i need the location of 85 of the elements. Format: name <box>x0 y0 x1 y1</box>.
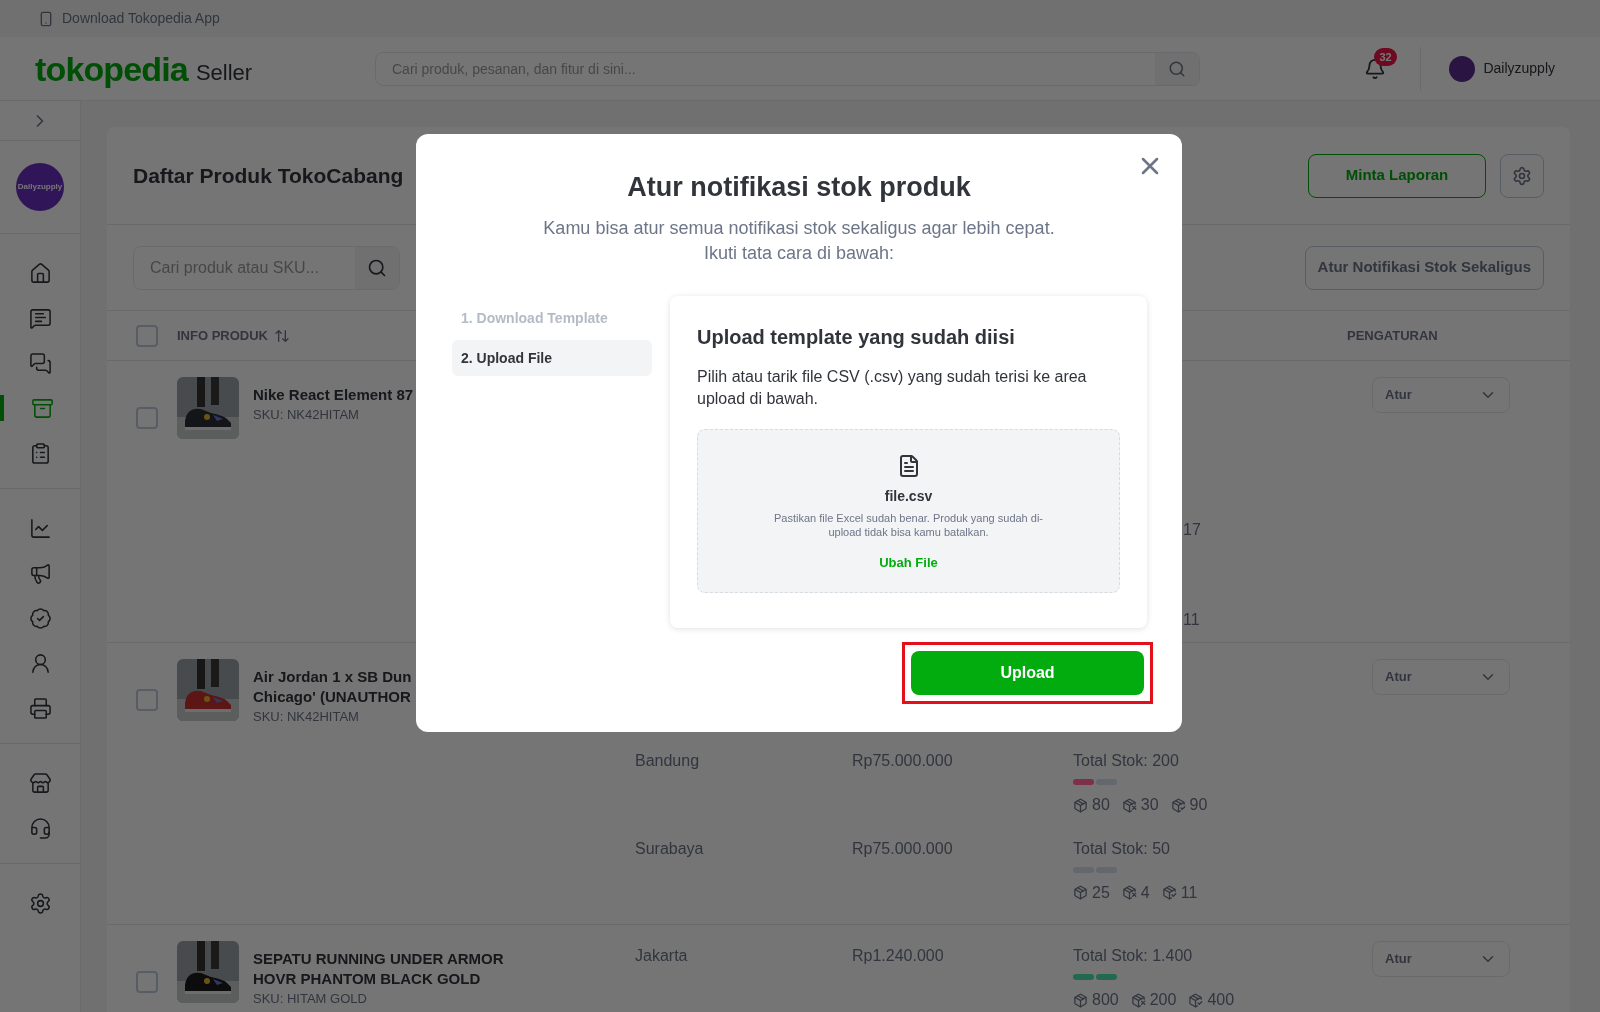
printer-icon <box>28 696 52 720</box>
search-icon[interactable] <box>1168 59 1186 78</box>
stock-count: 800 <box>1092 990 1119 1010</box>
box-cross-icon <box>1121 885 1137 900</box>
product-sku: SKU: NK42HITAM <box>253 407 360 423</box>
chart-icon <box>28 516 52 540</box>
settings-button[interactable] <box>1500 153 1544 198</box>
checkbox[interactable] <box>136 407 158 429</box>
drop-zone[interactable]: file.csv Pastikan file Excel sudah benar. Produk yang sudah di-upload tidak bisa kamu batalkan. Ubah File <box>697 429 1120 593</box>
stock-count: 400 <box>1207 990 1235 1010</box>
box-icon <box>1073 797 1088 813</box>
product-name[interactable]: Air Jordan 1 x SB Dun <box>253 667 412 687</box>
sort-icon[interactable] <box>274 327 290 344</box>
chat-bubbles-icon <box>28 351 52 375</box>
column-header: PENGATURAN <box>1347 326 1438 345</box>
headset-icon <box>28 816 52 840</box>
stock-count: 80 <box>1092 795 1110 815</box>
modal-title: Atur notifikasi stok produk <box>627 171 971 203</box>
box-check-icon <box>1170 797 1186 813</box>
notification-badge: 32 <box>1374 47 1397 66</box>
product-name[interactable]: Nike React Element 87 <box>253 385 414 405</box>
megaphone-icon <box>28 561 52 585</box>
panel-title: Upload template yang sudah diisi <box>697 325 1016 350</box>
box-check-icon <box>1188 992 1204 1008</box>
checkbox[interactable] <box>136 324 158 347</box>
panel-description: Pilih atau tarik file CSV (.csv) yang sudah terisi ke area upload di bawah. <box>697 367 1088 409</box>
product-name[interactable]: SEPATU RUNNING UNDER ARMOR <box>253 949 504 969</box>
action-dropdown[interactable]: Atur <box>1372 941 1510 977</box>
stock-count: 11 <box>1180 882 1198 903</box>
logo: tokopedia <box>35 51 188 86</box>
total-stock: Total Stok: 200 <box>1073 751 1180 771</box>
location-name: Bandung <box>635 751 701 771</box>
location-name: Jakarta <box>635 946 689 966</box>
stock-count: 4 <box>1140 882 1150 903</box>
chat-icon <box>28 306 52 330</box>
action-dropdown[interactable]: Atur <box>1372 377 1510 413</box>
step-tab[interactable]: 1. Download Template <box>452 300 652 336</box>
store-avatar[interactable]: Dailyzupply <box>16 163 64 211</box>
search-icon[interactable] <box>367 257 387 278</box>
product-name[interactable]: HOVR PHANTOM BLACK GOLD <box>253 969 504 989</box>
file-name: file.csv <box>884 487 933 506</box>
upload-button[interactable]: Upload <box>911 651 1144 695</box>
home-icon <box>28 261 52 285</box>
phone-icon <box>38 10 54 27</box>
location-name: Surabaya <box>635 838 705 859</box>
logo-suffix: Seller <box>195 61 253 86</box>
step-tab[interactable]: 2. Upload File <box>452 340 652 376</box>
product-sku: SKU: NK42HITAM <box>253 709 360 725</box>
download-app-link[interactable]: Download Tokopedia App <box>62 8 220 29</box>
badge-check-icon <box>28 606 52 630</box>
settings-icon <box>28 891 52 915</box>
stock-count: 200 <box>1149 990 1177 1010</box>
stock-count: 30 <box>1140 795 1159 815</box>
product-sku: SKU: HITAM GOLD <box>253 991 368 1007</box>
stock-count: 90 <box>1189 795 1208 815</box>
product-name[interactable]: Chicago' (UNAUTHOR <box>253 687 412 707</box>
box-cross-icon <box>1130 992 1146 1008</box>
modal-subtitle: Kamu bisa atur semua notifikasi stok sekaligus agar lebih cepat. <box>543 217 1055 240</box>
change-file-link[interactable]: Ubah File <box>879 553 938 573</box>
report-button[interactable]: Minta Laporan <box>1308 153 1486 198</box>
price: Rp1.240.000 <box>852 946 945 966</box>
box-check-icon <box>1161 885 1177 900</box>
box-icon <box>1073 885 1088 900</box>
store-icon <box>28 771 52 795</box>
checkbox[interactable] <box>136 971 158 993</box>
settings-icon <box>1512 165 1532 186</box>
box-cross-icon <box>1121 797 1137 813</box>
action-dropdown[interactable]: Atur <box>1372 659 1510 695</box>
price: Rp75.000.000 <box>852 838 954 859</box>
price: Rp75.000.000 <box>852 751 954 771</box>
file-note: Pastikan file Excel sudah benar. Produk yang sudah di-upload tidak bisa kamu batalkan. <box>772 511 1045 539</box>
user-avatar[interactable] <box>1449 55 1476 82</box>
box-icon <box>1073 992 1088 1008</box>
checkbox[interactable] <box>136 689 158 711</box>
stock-count: 11 <box>1183 610 1201 630</box>
user-name[interactable]: Dailyzupply <box>1483 58 1555 79</box>
bulk-notification-button[interactable]: Atur Notifikasi Stok Sekaligus <box>1304 245 1544 290</box>
stock-count: 17 <box>1183 520 1202 540</box>
total-stock: Total Stok: 50 <box>1073 838 1171 859</box>
box-icon <box>30 396 54 420</box>
page-title: Daftar Produk TokoCabang <box>133 162 404 189</box>
stock-count: 25 <box>1092 882 1110 903</box>
column-header[interactable]: INFO PRODUK <box>177 325 268 346</box>
modal-subtitle: Ikuti tata cara di bawah: <box>703 242 895 265</box>
total-stock: Total Stok: 1.400 <box>1073 946 1194 966</box>
